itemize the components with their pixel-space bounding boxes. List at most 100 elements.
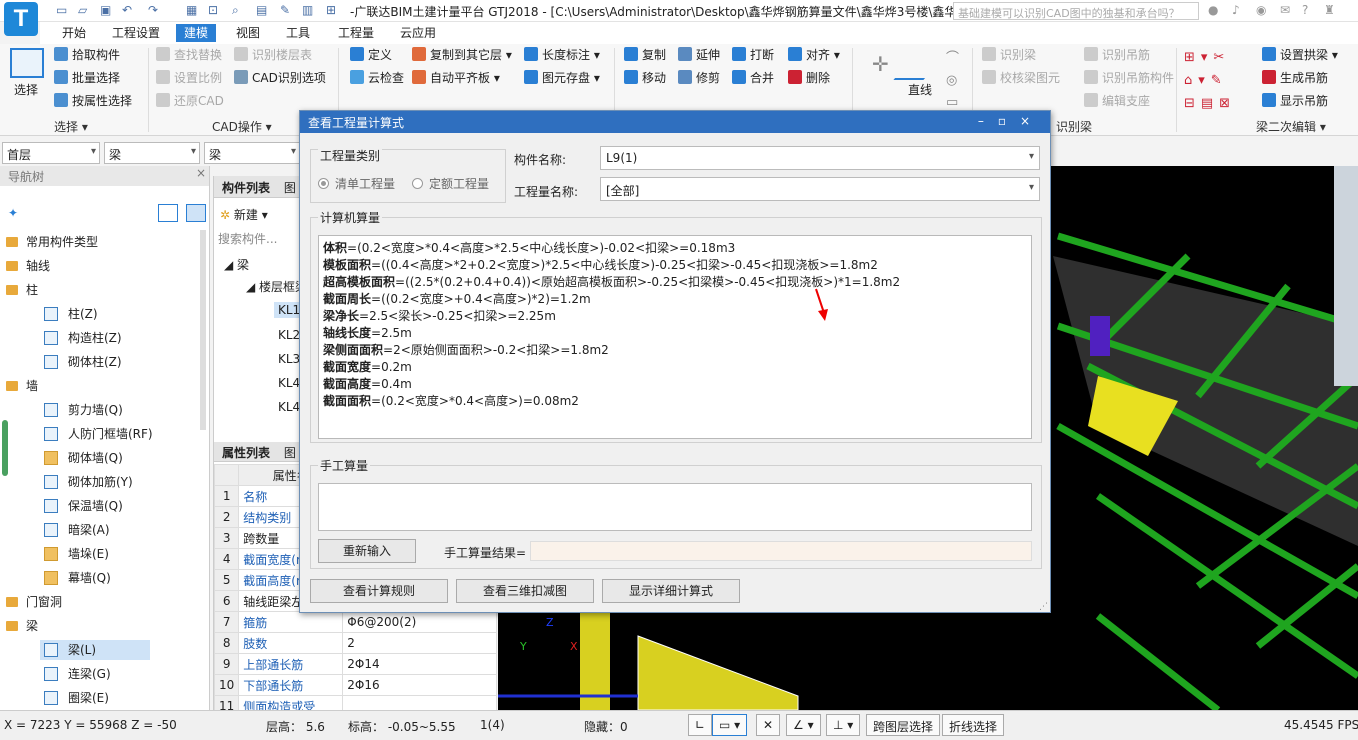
cloud-check-button[interactable]: 云检查	[350, 68, 404, 88]
save-element-button[interactable]: 图元存盘 ▾	[524, 68, 600, 88]
recognize-hanger-component-button[interactable]: 识别吊筋构件	[1084, 68, 1174, 88]
point-draw-icon[interactable]: ✛	[872, 52, 889, 76]
save-icon[interactable]: ▣	[100, 3, 111, 17]
property-value[interactable]: 2Φ16	[342, 674, 497, 696]
nav-axis[interactable]: 轴线	[6, 256, 50, 276]
nav-column[interactable]: 柱(Z)	[44, 304, 98, 324]
group-beam-secondary[interactable]: 梁二次编辑 ▾	[1256, 118, 1326, 135]
layer-icon[interactable]: ⊥ ▾	[826, 714, 861, 736]
show-detail-formula-button[interactable]: 显示详细计算式	[602, 579, 740, 603]
tree-kl4b[interactable]: KL4	[278, 400, 300, 414]
floor-select[interactable]: 首层	[2, 142, 100, 164]
trim-button[interactable]: 修剪	[678, 68, 720, 88]
define-button[interactable]: 定义	[350, 45, 392, 65]
extend-button[interactable]: 延伸	[678, 45, 720, 65]
tree-kl3[interactable]: KL3	[278, 352, 300, 366]
chat-icon[interactable]: ◉	[1256, 3, 1266, 17]
quantity-name-select[interactable]: [全部]	[600, 177, 1040, 201]
shirt-icon[interactable]: ♜	[1324, 3, 1335, 17]
bill-quantity-radio[interactable]: 清单工程量	[318, 175, 395, 192]
nav-shear-wall[interactable]: 剪力墙(Q)	[44, 400, 123, 420]
find-replace-button[interactable]: 查找替换	[156, 45, 222, 65]
arc-draw-icon[interactable]: ⌒ ◎ ▭	[946, 48, 959, 114]
zoom-icon[interactable]: ⌕	[232, 3, 239, 18]
nav-column-group[interactable]: 柱	[6, 280, 38, 300]
edit-support-button[interactable]: 编辑支座	[1084, 91, 1150, 111]
quick-tool-icon[interactable]: ▦	[186, 3, 197, 17]
help-search-input[interactable]: 基础建模可以识别CAD图中的独基和承台吗？	[953, 2, 1199, 20]
type-select[interactable]: 梁	[204, 142, 300, 164]
align-button[interactable]: 对齐 ▾	[788, 45, 840, 65]
menu-project-settings[interactable]: 工程设置	[104, 24, 168, 42]
component-search-input[interactable]: 搜索构件...	[216, 228, 300, 248]
tree-beam[interactable]: ◢ 梁	[224, 256, 249, 273]
measure-icon[interactable]: ⊞	[326, 3, 336, 17]
snap-icon[interactable]: ▭ ▾	[712, 714, 748, 736]
select-tool-icon-large[interactable]	[10, 48, 44, 78]
nav-hidden-beam[interactable]: 暗梁(A)	[44, 520, 110, 540]
show-hanger-checkbox[interactable]: 显示吊筋	[1262, 91, 1328, 111]
menu-quantities[interactable]: 工程量	[330, 24, 382, 42]
angle-icon[interactable]: ∠ ▾	[786, 714, 821, 736]
break-button[interactable]: 打断	[732, 45, 774, 65]
user-icon[interactable]: ●	[1208, 3, 1218, 17]
table-row[interactable]: 7 箍筋 Φ6@200(2)	[213, 611, 497, 633]
table-row[interactable]: 10 下部通长筋 2Φ16	[213, 674, 497, 696]
menu-view[interactable]: 视图	[228, 24, 268, 42]
beam-edit-icons[interactable]: ⊞▾✂ ⌂▾✎ ⊟▤⊠	[1184, 46, 1236, 115]
new-component-button[interactable]: ✲ 新建 ▾	[220, 206, 268, 223]
undo-icon[interactable]: ↶	[122, 3, 132, 17]
recognize-hanger-button[interactable]: 识别吊筋	[1084, 45, 1150, 65]
property-value[interactable]: 2Φ14	[342, 653, 497, 675]
length-dimension-button[interactable]: 长度标注 ▾	[524, 45, 600, 65]
notification-icon[interactable]: ♪	[1232, 3, 1240, 17]
nav-beam-group[interactable]: 梁	[6, 616, 38, 636]
nav-wall-pier[interactable]: 墙垛(E)	[44, 544, 109, 564]
nav-constructional-column[interactable]: 构造柱(Z)	[44, 328, 122, 348]
set-scale-button[interactable]: 设置比例	[156, 68, 222, 88]
nav-common[interactable]: 常用构件类型	[6, 232, 98, 252]
formula-text-area[interactable]: 体积=(0.2<宽度>*0.4<高度>*2.5<中心线长度>)-0.02<扣梁>…	[318, 235, 1032, 439]
pick-component-button[interactable]: 拾取构件	[54, 45, 120, 65]
copy-to-floor-button[interactable]: 复制到其它层 ▾	[412, 45, 512, 65]
cross-icon[interactable]: ✕	[756, 714, 781, 736]
open-file-icon[interactable]: ▱	[78, 3, 87, 17]
nav-coupling-beam[interactable]: 连梁(G)	[44, 664, 111, 684]
nav-scrollbar[interactable]	[200, 230, 206, 430]
table-row[interactable]: 9 上部通长筋 2Φ14	[213, 653, 497, 675]
tree-kl2[interactable]: KL2	[278, 328, 300, 342]
quota-quantity-radio[interactable]: 定额工程量	[412, 175, 489, 192]
reenter-button[interactable]: 重新输入	[318, 539, 416, 563]
cross-layer-select-button[interactable]: 跨图层选择	[866, 714, 941, 736]
group-cad[interactable]: CAD操作 ▾	[212, 118, 272, 135]
select-tool-icon[interactable]: ⊡	[208, 3, 218, 17]
nav-curtain-wall[interactable]: 幕墙(Q)	[44, 568, 111, 588]
nav-masonry-reinforce[interactable]: 砌体加筋(Y)	[44, 472, 133, 492]
grid-view-icon[interactable]	[186, 204, 206, 222]
app-logo-icon[interactable]: T	[4, 2, 38, 36]
category-select[interactable]: 梁	[104, 142, 200, 164]
redo-icon[interactable]: ↷	[148, 3, 158, 17]
line-draw-button[interactable]: 直线	[908, 80, 932, 100]
pen-icon[interactable]: ✎	[280, 3, 290, 17]
table-row[interactable]: 8 肢数 2	[213, 632, 497, 654]
batch-select-button[interactable]: 批量选择	[54, 68, 120, 88]
nav-masonry-wall[interactable]: 砌体墙(Q)	[44, 448, 123, 468]
ortho-icon[interactable]: ∟	[688, 714, 713, 736]
select-by-property-button[interactable]: 按属性选择	[54, 91, 132, 111]
help-icon[interactable]: ?	[1302, 3, 1308, 17]
auto-flush-slab-button[interactable]: 自动平齐板 ▾	[412, 68, 500, 88]
menu-start[interactable]: 开始	[54, 24, 94, 42]
recognize-beam-button[interactable]: 识别梁	[982, 45, 1036, 65]
message-icon[interactable]: ✉	[1280, 3, 1290, 17]
merge-button[interactable]: 合并	[732, 68, 774, 88]
resize-grip-icon[interactable]: ⋰	[1039, 602, 1048, 612]
component-name-select[interactable]: L9(1)	[600, 146, 1040, 170]
close-icon[interactable]: ×	[196, 166, 206, 180]
new-file-icon[interactable]: ▭	[56, 3, 67, 17]
nav-side-scroll[interactable]	[2, 420, 8, 476]
view-3d-deduction-button[interactable]: 查看三维扣减图	[456, 579, 594, 603]
nav-wall-group[interactable]: 墙	[6, 376, 38, 396]
tree-kl4[interactable]: KL4	[278, 376, 300, 390]
cad-options-button[interactable]: CAD识别选项	[234, 68, 326, 88]
